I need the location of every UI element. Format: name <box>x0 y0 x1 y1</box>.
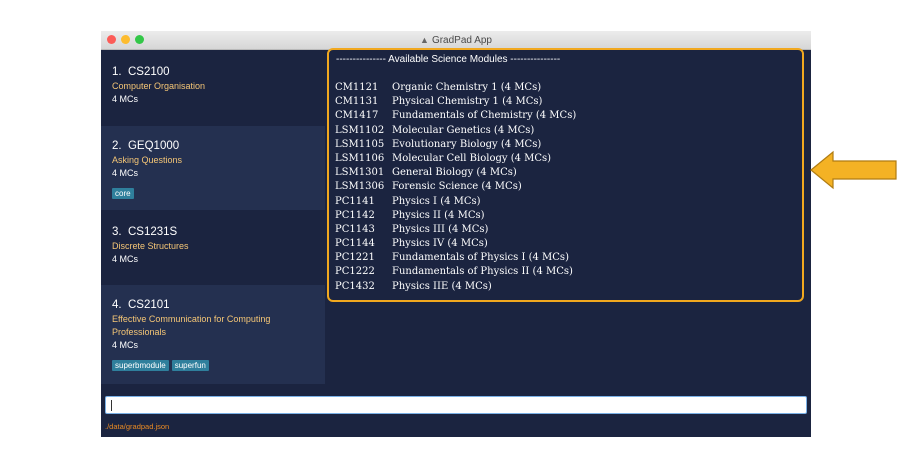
module-tag: superfun <box>171 360 209 371</box>
module-card[interactable]: 1. CS2100 Computer Organisation 4 MCs <box>101 50 325 126</box>
module-result-row: PC1432 Physics IIE (4 MCs) <box>335 281 576 295</box>
module-index: 4. <box>112 299 122 311</box>
module-result-code: LSM1306 <box>335 181 385 193</box>
module-name: Asking Questions <box>112 155 183 165</box>
module-result-code: LSM1301 <box>335 167 385 179</box>
module-result-code: PC1222 <box>335 266 375 278</box>
available-modules-list: CM1121 Organic Chemistry 1 (4 MCs) CM1131 P… <box>335 82 576 295</box>
module-credits: 4 MCs <box>112 168 139 178</box>
module-result-row: LSM1301 General Biology (4 MCs) <box>335 167 576 181</box>
app-window: ▲ GradPad App 1. CS2100 Computer Organisa… <box>101 31 811 437</box>
module-result-description: Fundamentals of Physics I (4 MCs) <box>392 252 569 264</box>
module-result-code: PC1141 <box>335 195 375 207</box>
module-card[interactable]: 4. CS2101 Effective Communication for Co… <box>101 285 325 384</box>
module-result-code: PC1142 <box>335 209 375 221</box>
module-result-description: Physical Chemistry 1 (4 MCs) <box>392 96 543 108</box>
module-result-code: LSM1105 <box>335 138 385 150</box>
module-result-code: LSM1102 <box>335 124 385 136</box>
module-name-line-2: Professionals <box>112 327 167 337</box>
module-tag: superbmodule <box>112 360 169 371</box>
module-card-heading: 3. CS1231S <box>112 226 325 238</box>
module-card-heading: 2. GEQ1000 <box>112 140 325 152</box>
module-result-description: Molecular Genetics (4 MCs) <box>392 124 535 136</box>
module-result-row: LSM1105 Evolutionary Biology (4 MCs) <box>335 139 576 153</box>
text-caret <box>111 400 112 411</box>
graduation-cap-icon: ▲ <box>420 35 429 45</box>
module-result-description: Physics III (4 MCs) <box>392 223 489 235</box>
module-result-code: LSM1106 <box>335 152 385 164</box>
module-result-row: CM1131 Physical Chemistry 1 (4 MCs) <box>335 96 576 110</box>
module-list-panel: 1. CS2100 Computer Organisation 4 MCs 2.… <box>101 50 325 403</box>
module-credits: 4 MCs <box>112 254 139 264</box>
module-result-row: LSM1106 Molecular Cell Biology (4 MCs) <box>335 153 576 167</box>
module-card-heading: 4. CS2101 <box>112 299 325 311</box>
command-input[interactable] <box>105 396 807 414</box>
window-title: GradPad App <box>431 35 492 46</box>
module-tag: core <box>112 188 134 199</box>
module-result-row: CM1417 Fundamentals of Chemistry (4 MCs) <box>335 110 576 124</box>
module-result-row: PC1142 Physics II (4 MCs) <box>335 210 576 224</box>
module-code: CS2100 <box>127 66 170 78</box>
module-result-description: General Biology (4 MCs) <box>392 167 517 179</box>
module-result-description: Physics IV (4 MCs) <box>392 238 488 250</box>
module-card[interactable]: 3. CS1231S Discrete Structures 4 MCs <box>101 210 325 285</box>
module-result-description: Fundamentals of Physics II (4 MCs) <box>392 266 573 278</box>
module-result-row: CM1121 Organic Chemistry 1 (4 MCs) <box>335 82 576 96</box>
module-result-row: LSM1306 Forensic Science (4 MCs) <box>335 181 576 195</box>
module-result-code: PC1221 <box>335 252 375 264</box>
module-result-description: Fundamentals of Chemistry (4 MCs) <box>392 110 577 122</box>
module-card-heading: 1. CS2100 <box>112 66 325 78</box>
module-code: GEQ1000 <box>127 140 180 152</box>
module-name: Computer Organisation <box>112 81 206 91</box>
module-credits: 4 MCs <box>112 94 139 104</box>
module-result-description: Evolutionary Biology (4 MCs) <box>392 138 542 150</box>
module-code: CS1231S <box>127 226 178 238</box>
module-index: 1. <box>112 66 122 78</box>
module-result-code: PC1144 <box>335 238 375 250</box>
module-index: 2. <box>112 140 122 152</box>
module-credits: 4 MCs <box>112 340 139 350</box>
module-tags: core <box>112 181 325 200</box>
module-result-description: Physics IIE (4 MCs) <box>392 280 492 292</box>
module-result-code: CM1121 <box>335 82 379 93</box>
module-result-code: PC1143 <box>335 223 375 235</box>
module-result-code: CM1417 <box>335 110 379 122</box>
left-arrow-icon <box>810 150 897 190</box>
module-result-row: PC1144 Physics IV (4 MCs) <box>335 238 576 252</box>
module-name: Discrete Structures <box>112 241 189 251</box>
module-name-line-1: Effective Communication for Computing <box>112 314 271 324</box>
module-result-description: Organic Chemistry 1 (4 MCs) <box>392 82 542 93</box>
result-display: --------------- Available Science Module… <box>327 48 804 302</box>
module-card[interactable]: 2. GEQ1000 Asking Questions 4 MCs core <box>101 126 325 210</box>
module-tags: superbmodule superfun <box>112 353 325 372</box>
module-result-description: Forensic Science (4 MCs) <box>392 181 522 193</box>
module-result-description: Physics I (4 MCs) <box>392 195 481 207</box>
module-result-description: Molecular Cell Biology (4 MCs) <box>392 152 552 164</box>
result-header: --------------- Available Science Module… <box>336 54 561 65</box>
module-result-description: Physics II (4 MCs) <box>392 209 485 221</box>
module-result-code: CM1131 <box>335 96 379 108</box>
module-index: 3. <box>112 226 122 238</box>
module-result-row: PC1143 Physics III (4 MCs) <box>335 224 576 238</box>
module-result-code: PC1432 <box>335 280 375 292</box>
module-code: CS2101 <box>127 299 170 311</box>
module-result-row: PC1222 Fundamentals of Physics II (4 MCs) <box>335 266 576 280</box>
module-result-row: PC1221 Fundamentals of Physics I (4 MCs) <box>335 252 576 266</box>
status-bar-save-path: ./data/gradpad.json <box>105 422 170 431</box>
module-result-row: PC1141 Physics I (4 MCs) <box>335 196 576 210</box>
module-result-row: LSM1102 Molecular Genetics (4 MCs) <box>335 125 576 139</box>
